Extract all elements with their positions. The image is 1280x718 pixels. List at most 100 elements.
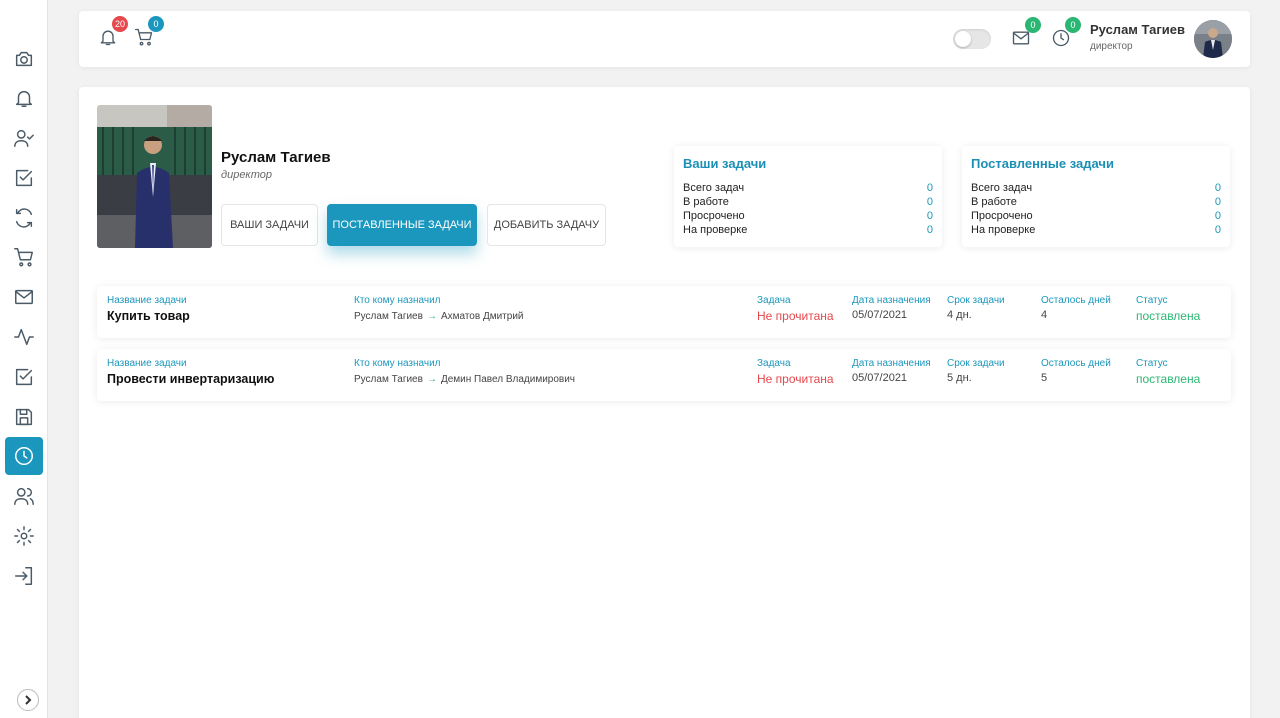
stats-value: 0 bbox=[926, 196, 933, 208]
notifications-button[interactable]: 20 bbox=[95, 16, 128, 50]
stats-value: 0 bbox=[1214, 224, 1221, 236]
assigned-tasks-button[interactable]: Поставленные задачи bbox=[327, 204, 477, 246]
mail-badge: 0 bbox=[1025, 17, 1041, 33]
activity-icon bbox=[14, 328, 34, 346]
theme-toggle[interactable] bbox=[953, 29, 991, 49]
sidebar-item-camera[interactable] bbox=[5, 40, 43, 78]
task-state: Не прочитана bbox=[757, 309, 834, 323]
stats-row: Просрочено 0 bbox=[971, 210, 1221, 222]
sidebar-expand-button[interactable] bbox=[17, 689, 39, 711]
stats-value: 0 bbox=[926, 224, 933, 236]
stats-value: 0 bbox=[926, 182, 933, 194]
stats-label: В работе bbox=[683, 196, 729, 208]
task-days-left-cell: Осталось дней 5 bbox=[1041, 358, 1111, 384]
stats-value: 0 bbox=[926, 210, 933, 222]
task-name-cell: Название задачи Купить товар bbox=[107, 295, 190, 323]
history-button[interactable]: 0 bbox=[1048, 17, 1081, 51]
arrow-right-icon: → bbox=[426, 311, 437, 322]
notifications-badge: 20 bbox=[111, 16, 128, 32]
stats-row: В работе 0 bbox=[683, 196, 933, 208]
sidebar-item-mail[interactable] bbox=[5, 278, 43, 316]
profile-photo bbox=[97, 105, 212, 248]
task-assignee-cell: Кто кому назначил Руслам Тагиев → Демин Па… bbox=[354, 358, 575, 385]
cart-icon bbox=[14, 248, 33, 267]
card-title: Поставленные задачи bbox=[971, 156, 1114, 171]
sidebar-item-user-check[interactable] bbox=[5, 119, 43, 157]
column-label: Дата назначения bbox=[852, 358, 931, 369]
stats-label: Всего задач bbox=[971, 182, 1033, 194]
column-label: Осталось дней bbox=[1041, 295, 1111, 306]
sidebar-item-settings[interactable] bbox=[5, 517, 43, 555]
bell-icon bbox=[15, 90, 33, 107]
stats-row: Всего задач 0 bbox=[683, 182, 933, 194]
column-label: Кто кому назначил bbox=[354, 295, 441, 306]
add-task-button[interactable]: Добавить задачу bbox=[487, 204, 606, 246]
assigned-tasks-card: Поставленные задачи Всего задач 0 В рабо… bbox=[962, 146, 1230, 247]
users-icon bbox=[14, 487, 34, 505]
status-badge: поставлена bbox=[1136, 372, 1201, 386]
sidebar-item-notifications[interactable] bbox=[5, 79, 43, 117]
stats-value: 0 bbox=[1214, 210, 1221, 222]
sidebar-item-users[interactable] bbox=[5, 477, 43, 515]
stats-label: На проверке bbox=[971, 224, 1036, 236]
task-date: 05/07/2021 bbox=[852, 372, 908, 384]
user-check-icon bbox=[14, 129, 34, 147]
cart-button[interactable]: 0 bbox=[131, 16, 164, 50]
settings-icon bbox=[14, 526, 34, 546]
column-label: Статус bbox=[1136, 358, 1168, 369]
sidebar-item-activity[interactable] bbox=[5, 318, 43, 356]
chevron-right-icon bbox=[25, 695, 32, 705]
profile-role: директор bbox=[221, 169, 273, 181]
refresh-icon bbox=[15, 208, 33, 228]
cart-badge: 0 bbox=[148, 16, 164, 32]
sidebar-item-cart[interactable] bbox=[5, 238, 43, 276]
column-label: Название задачи bbox=[107, 358, 187, 369]
assignee-name: Ахматов Дмитрий bbox=[440, 311, 524, 322]
mail-icon bbox=[15, 289, 33, 305]
task-state-cell: Задача Не прочитана bbox=[757, 295, 834, 323]
stats-label: В работе bbox=[971, 196, 1017, 208]
task-days-left: 4 bbox=[1041, 309, 1048, 321]
task-deadline: 5 дн. bbox=[947, 372, 972, 384]
column-label: Дата назначения bbox=[852, 295, 931, 306]
your-tasks-button[interactable]: Ваши задачи bbox=[221, 204, 318, 246]
stats-label: На проверке bbox=[683, 224, 748, 236]
assignee-name: Демин Павел Владимирович bbox=[440, 374, 576, 385]
task-row[interactable]: Название задачи Провести инвертаризацию … bbox=[97, 349, 1231, 401]
mail-button[interactable]: 0 bbox=[1008, 17, 1041, 51]
avatar[interactable] bbox=[1194, 20, 1232, 58]
your-tasks-card: Ваши задачи Всего задач 0 В работе 0 Про… bbox=[674, 146, 942, 247]
sidebar-item-save[interactable] bbox=[5, 398, 43, 436]
column-label: Задача bbox=[757, 358, 791, 369]
task-row[interactable]: Название задачи Купить товар Кто кому на… bbox=[97, 286, 1231, 338]
sidebar-item-checklist[interactable] bbox=[5, 358, 43, 396]
task-status-cell: Статус поставлена bbox=[1136, 358, 1200, 386]
column-label: Название задачи bbox=[107, 295, 187, 306]
task-date: 05/07/2021 bbox=[852, 309, 908, 321]
task-state: Не прочитана bbox=[757, 372, 834, 386]
assignment: Руслам Тагиев → Демин Павел Владимирович bbox=[354, 374, 575, 385]
stats-row: В работе 0 bbox=[971, 196, 1221, 208]
sidebar-item-logout[interactable] bbox=[5, 557, 43, 595]
stats-value: 0 bbox=[1214, 196, 1221, 208]
assigner-name: Руслам Тагиев bbox=[354, 311, 423, 322]
stats-row: На проверке 0 bbox=[971, 224, 1221, 236]
sidebar-item-tasks[interactable] bbox=[5, 159, 43, 197]
main-panel: Руслам Тагиев директор Ваши задачи Поста… bbox=[79, 87, 1250, 718]
task-deadline-cell: Срок задачи 5 дн. bbox=[947, 358, 1005, 384]
task-status-cell: Статус поставлена bbox=[1136, 295, 1200, 323]
login-icon bbox=[15, 567, 33, 585]
column-label: Осталось дней bbox=[1041, 358, 1111, 369]
sidebar-item-refresh[interactable] bbox=[5, 199, 43, 237]
task-date-cell: Дата назначения 05/07/2021 bbox=[852, 358, 931, 384]
task-days-left: 5 bbox=[1041, 372, 1048, 384]
task-name: Провести инвертаризацию bbox=[107, 372, 275, 386]
user-role: директор bbox=[1090, 41, 1133, 52]
stats-label: Просрочено bbox=[971, 210, 1033, 222]
stats-row: Всего задач 0 bbox=[971, 182, 1221, 194]
column-label: Кто кому назначил bbox=[354, 358, 441, 369]
sidebar-item-clock[interactable] bbox=[5, 437, 43, 475]
assigner-name: Руслам Тагиев bbox=[354, 374, 423, 385]
profile-name: Руслам Тагиев bbox=[221, 149, 331, 166]
stats-row: Просрочено 0 bbox=[683, 210, 933, 222]
